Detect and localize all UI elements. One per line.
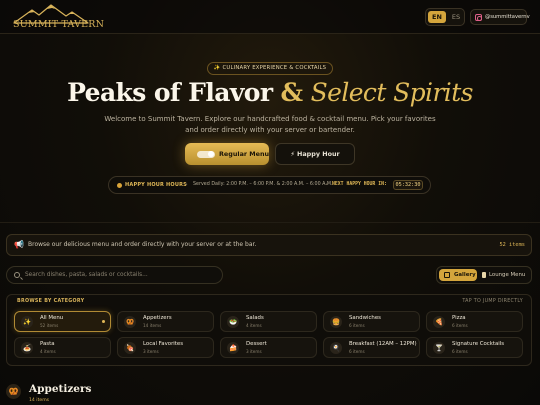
happy-hour-schedule: Served Daily: 2:00 P.M. – 6:00 P.M. & 2:…: [193, 182, 333, 187]
hero-subtitle-line2: and order directly with your server or b…: [185, 126, 355, 134]
cocktail-icon: 🍸: [433, 342, 445, 354]
section-title: Appetizers: [29, 383, 92, 395]
category-count: 4 items: [40, 349, 56, 354]
category-dessert[interactable]: 🍰 Dessert 3 items: [220, 337, 317, 358]
search-placeholder: Search dishes, pasta, salads or cocktail…: [25, 272, 148, 278]
category-signature-cocktails[interactable]: 🍸 Signature Cocktails 6 items: [426, 337, 523, 358]
category-all-menu[interactable]: ✨ All Menu 52 items: [14, 311, 111, 332]
category-count: 3 items: [246, 349, 262, 354]
category-local-favorites[interactable]: 🍖 Local Favorites 3 items: [117, 337, 214, 358]
hero-subtitle: Welcome to Summit Tavern. Explore our ha…: [100, 114, 440, 136]
category-count: 6 items: [452, 349, 468, 354]
category-appetizers[interactable]: 🥨 Appetizers 14 items: [117, 311, 214, 332]
happy-hour-button[interactable]: ⚡ Happy Hour: [275, 143, 355, 165]
category-heading: BROWSE BY CATEGORY: [17, 299, 85, 304]
category-name: Pasta: [40, 341, 55, 347]
category-name: All Menu: [40, 315, 64, 321]
view-mode-toggle: Gallery Lounge Menu: [436, 266, 532, 284]
megaphone-icon: 📢: [14, 240, 24, 249]
category-hint: TAP TO JUMP DIRECTLY: [462, 299, 523, 304]
pretzel-icon: 🥨: [6, 384, 21, 399]
gallery-icon: [444, 272, 450, 278]
info-banner: 📢 Browse our delicious menu and order di…: [6, 234, 532, 256]
sparkle-icon: ✨: [21, 316, 33, 328]
section-count: 14 items: [29, 398, 50, 403]
category-name: Sandwiches: [349, 315, 381, 321]
instagram-icon: [475, 14, 482, 21]
logo-text: SUMMIT TAVERN: [13, 19, 105, 30]
gallery-view-button[interactable]: Gallery: [439, 269, 477, 281]
hero-tagline-pill: ✨ CULINARY EXPERIENCE & COCKTAILS: [207, 62, 333, 75]
search-icon: [14, 272, 20, 278]
happy-hour-info-bar: HAPPY HOUR HOURS • Served Daily: 2:00 P.…: [108, 176, 431, 194]
regular-menu-button[interactable]: Regular Menu: [185, 143, 269, 165]
hero-title-part2: Select Spirits: [310, 78, 474, 107]
lounge-menu-button[interactable]: Lounge Menu: [481, 269, 531, 281]
happy-hour-hours-label: HAPPY HOUR HOURS: [125, 182, 187, 188]
instagram-link[interactable]: @summittavernv: [470, 9, 530, 25]
category-name: Breakfast (12AM – 12PM): [349, 341, 417, 347]
regular-menu-label: Regular Menu: [219, 150, 270, 158]
category-count: 3 items: [143, 349, 159, 354]
cake-icon: 🍰: [227, 342, 239, 354]
top-header: SUMMIT TAVERN EN ES @summittavernv: [0, 0, 540, 34]
category-panel: BROWSE BY CATEGORY TAP TO JUMP DIRECTLY …: [6, 294, 532, 366]
active-indicator-icon: [102, 320, 105, 323]
category-name: Dessert: [246, 341, 267, 347]
lounge-menu-label: Lounge Menu: [489, 272, 526, 278]
language-es-button[interactable]: ES: [448, 11, 464, 23]
category-sandwiches[interactable]: 🍔 Sandwiches 6 items: [323, 311, 420, 332]
category-count: 14 items: [143, 323, 162, 328]
category-count: 4 items: [246, 323, 262, 328]
salad-icon: 🥗: [227, 316, 239, 328]
language-switcher: EN ES: [425, 8, 465, 26]
gallery-label: Gallery: [454, 272, 476, 278]
category-salads[interactable]: 🥗 Salads 4 items: [220, 311, 317, 332]
category-count: 52 items: [40, 323, 59, 328]
document-icon: [482, 272, 486, 278]
category-breakfast[interactable]: 🍳 Breakfast (12AM – 12PM) 6 items: [323, 337, 420, 358]
category-name: Local Favorites: [143, 341, 184, 347]
hero-subtitle-line1: Welcome to Summit Tavern. Explore our ha…: [104, 115, 436, 123]
toggle-knob-icon: [208, 151, 214, 157]
meat-icon: 🍖: [124, 342, 136, 354]
category-name: Salads: [246, 315, 264, 321]
hero-title: Peaks of Flavor & Select Spirits: [0, 78, 540, 107]
category-pasta[interactable]: 🍝 Pasta 4 items: [14, 337, 111, 358]
category-name: Appetizers: [143, 315, 172, 321]
egg-pan-icon: 🍳: [330, 342, 342, 354]
category-count: 6 items: [349, 323, 365, 328]
status-dot-icon: [117, 183, 122, 188]
next-happy-hour-label: NEXT HAPPY HOUR IN:: [332, 182, 387, 187]
section-divider: [0, 222, 540, 223]
category-count: 6 items: [452, 323, 468, 328]
pasta-icon: 🍝: [21, 342, 33, 354]
info-banner-text: Browse our delicious menu and order dire…: [28, 241, 257, 248]
category-name: Pizza: [452, 315, 466, 321]
language-en-button[interactable]: EN: [428, 11, 446, 23]
pizza-icon: 🍕: [433, 316, 445, 328]
hero-title-part1: Peaks of Flavor: [67, 78, 273, 107]
pretzel-icon: 🥨: [124, 316, 136, 328]
category-name: Signature Cocktails: [452, 341, 505, 347]
happy-hour-label: ⚡ Happy Hour: [290, 150, 340, 158]
separator: •: [325, 182, 328, 188]
category-pizza[interactable]: 🍕 Pizza 6 items: [426, 311, 523, 332]
happy-hour-countdown: 05:32:30: [393, 180, 423, 190]
category-count: 6 items: [349, 349, 365, 354]
hero-title-amp: &: [280, 78, 304, 107]
separator: •: [185, 182, 188, 188]
item-count-badge: 52 items: [499, 242, 525, 248]
burger-icon: 🍔: [330, 316, 342, 328]
search-input[interactable]: Search dishes, pasta, salads or cocktail…: [6, 266, 223, 284]
instagram-handle: @summittavernv: [485, 14, 530, 20]
